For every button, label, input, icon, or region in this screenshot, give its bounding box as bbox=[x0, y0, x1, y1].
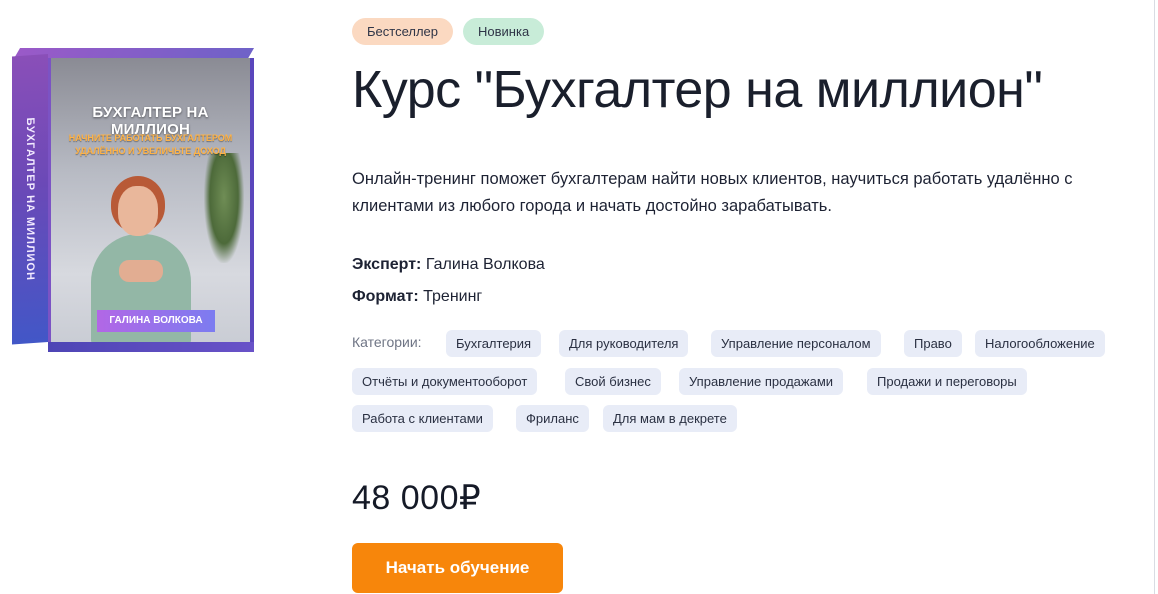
format-row: Формат: Тренинг bbox=[352, 288, 482, 306]
course-cover-image: БУХГАЛТЕР НА МИЛЛИОН БУХГАЛТЕР НА МИЛЛИО… bbox=[10, 44, 255, 354]
cover-subtitle-line1: НАЧНИТЕ РАБОТАТЬ БУХГАЛТЕРОМ bbox=[68, 133, 233, 143]
cover-author-label: ГАЛИНА ВОЛКОВА bbox=[97, 310, 215, 332]
start-learning-button[interactable]: Начать обучение bbox=[352, 543, 563, 593]
cover-spine: БУХГАЛТЕР НА МИЛЛИОН bbox=[12, 54, 48, 345]
category-tag[interactable]: Свой бизнес bbox=[565, 368, 661, 395]
new-badge: Новинка bbox=[463, 18, 545, 45]
cover-front: БУХГАЛТЕР НА МИЛЛИОН НАЧНИТЕ РАБОТАТЬ БУ… bbox=[48, 58, 254, 346]
category-tag[interactable]: Для мам в декрете bbox=[603, 405, 737, 432]
expert-label: Эксперт: bbox=[352, 256, 422, 273]
category-tag[interactable]: Налогообложение bbox=[975, 330, 1105, 357]
course-title: Курс "Бухгалтер на миллион" bbox=[352, 61, 1043, 119]
category-tag[interactable]: Работа с клиентами bbox=[352, 405, 493, 432]
course-price: 48 000₽ bbox=[352, 479, 482, 517]
plant-decoration bbox=[204, 153, 244, 263]
course-description-line2: клиентами из любого города и начать дост… bbox=[352, 197, 832, 215]
expert-name: Галина Волкова bbox=[425, 256, 545, 273]
format-label: Формат: bbox=[352, 288, 419, 305]
category-tag[interactable]: Управление продажами bbox=[679, 368, 844, 395]
category-tag[interactable]: Управление персоналом bbox=[711, 330, 881, 357]
category-tag[interactable]: Право bbox=[904, 330, 962, 357]
cover-subtitle-line2: УДАЛЁННО И УВЕЛИЧЬТЕ ДОХОД bbox=[75, 146, 226, 156]
badges: Бестселлер Новинка bbox=[352, 18, 545, 45]
category-tag[interactable]: Отчёты и документооборот bbox=[352, 368, 538, 395]
category-tag[interactable]: Для руководителя bbox=[559, 330, 689, 357]
right-divider bbox=[1154, 0, 1155, 594]
cover-subtitle: НАЧНИТЕ РАБОТАТЬ БУХГАЛТЕРОМ УДАЛЁННО И … bbox=[63, 132, 238, 158]
category-tag[interactable]: Продажи и переговоры bbox=[867, 368, 1027, 395]
categories-label: Категории: bbox=[352, 334, 422, 350]
cover-bottom-edge bbox=[48, 342, 254, 352]
bestseller-badge: Бестселлер bbox=[352, 18, 453, 45]
cover-spine-text: БУХГАЛТЕР НА МИЛЛИОН bbox=[24, 117, 36, 282]
course-description: Онлайн-тренинг поможет бухгалтерам найти… bbox=[352, 166, 1152, 220]
category-tag[interactable]: Бухгалтерия bbox=[446, 330, 542, 357]
format-value: Тренинг bbox=[423, 288, 483, 305]
course-description-line1: Онлайн-тренинг поможет бухгалтерам найти… bbox=[352, 170, 1073, 188]
category-tag[interactable]: Фриланс bbox=[516, 405, 589, 432]
expert-row: Эксперт: Галина Волкова bbox=[352, 256, 545, 274]
